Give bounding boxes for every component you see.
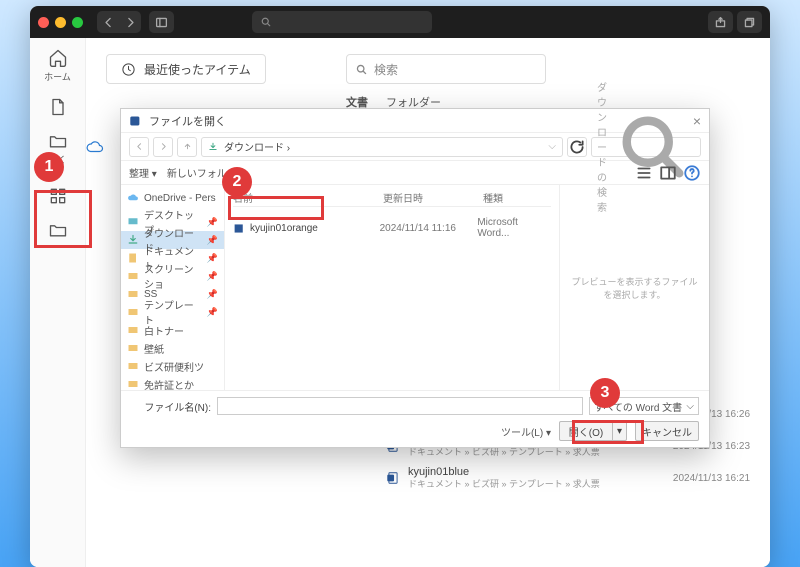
cancel-button[interactable]: キャンセル — [635, 421, 699, 441]
organize-menu[interactable]: 整理 ▾ — [129, 165, 157, 180]
open-button[interactable]: 開く(O) — [559, 421, 613, 441]
nav-forward-button[interactable] — [153, 137, 173, 157]
sidebar-label-open: 開く — [48, 153, 66, 166]
nav-license[interactable]: 免許証とか — [121, 375, 224, 390]
titlebar-search[interactable] — [252, 11, 432, 33]
sidebar-item-home[interactable]: ホーム — [38, 48, 78, 83]
column-modified[interactable]: 更新日時 — [383, 190, 483, 205]
nav-template[interactable]: テンプレート📌 — [121, 303, 224, 321]
view-list-button[interactable] — [635, 164, 653, 182]
sidebar-item-new[interactable] — [38, 97, 78, 117]
traffic-lights — [38, 17, 83, 28]
file-type: Microsoft Word... — [477, 217, 551, 239]
view-preview-button[interactable] — [659, 164, 677, 182]
preview-message: プレビューを表示するファイルを選択します。 — [568, 275, 701, 301]
back-button[interactable] — [97, 11, 119, 33]
sidebar-item-addins[interactable] — [38, 186, 78, 206]
recent-file-row[interactable]: kyujin01blueドキュメント » ビズ研 » テンプレート » 求人票 … — [386, 462, 750, 494]
windows-button[interactable] — [737, 11, 762, 33]
sidebar-item-open[interactable]: 開く — [38, 131, 78, 166]
nav-up-button[interactable] — [177, 137, 197, 157]
help-button[interactable] — [683, 164, 701, 182]
filename-input[interactable] — [217, 397, 583, 415]
dialog-breadcrumb-bar: ダウンロード › ⌵ ダウンロードの検索 — [121, 133, 709, 161]
close-window-button[interactable] — [38, 17, 49, 28]
preview-pane: プレビューを表示するファイルを選択します。 — [559, 185, 709, 390]
nav-whitetoner[interactable]: 白トナー — [121, 321, 224, 339]
dialog-footer: ファイル名(N): すべての Word 文書⌵ ツール(L) ▾ 開く(O) ▾… — [121, 390, 709, 447]
dialog-title: ファイルを開く — [149, 113, 226, 129]
file-modified: 2024/11/14 11:16 — [380, 223, 478, 234]
file-name: kyujin01blue — [408, 466, 600, 479]
nav-bizken[interactable]: ビズ研便利ツ — [121, 357, 224, 375]
minimize-window-button[interactable] — [55, 17, 66, 28]
file-row[interactable]: kyujin01orange 2024/11/14 11:16 Microsof… — [233, 217, 551, 239]
nav-screenshots[interactable]: スクリーンショ📌 — [121, 267, 224, 285]
sidebar-label-home: ホーム — [44, 70, 71, 83]
file-open-dialog: ファイルを開く × ダウンロード › ⌵ ダウンロードの検索 整理 ▾ 新しいフ… — [120, 108, 710, 448]
tools-menu[interactable]: ツール(L) ▾ — [501, 424, 551, 439]
app-sidebar: ホーム 開く — [30, 38, 86, 567]
nav-back-button[interactable] — [129, 137, 149, 157]
location-bar[interactable]: ダウンロード › ⌵ — [201, 137, 563, 157]
file-list-pane: 名前 更新日時 種類 kyujin01orange 2024/11/14 11:… — [225, 185, 559, 390]
filetype-dropdown[interactable]: すべての Word 文書⌵ — [589, 397, 699, 415]
dialog-toolbar: 整理 ▾ 新しいフォル — [121, 161, 709, 185]
dialog-search[interactable]: ダウンロードの検索 — [591, 137, 701, 157]
file-name: kyujin01orange — [250, 223, 318, 234]
column-type[interactable]: 種類 — [483, 190, 503, 205]
nav-back-forward — [97, 11, 141, 33]
main-search-placeholder: 検索 — [374, 61, 398, 78]
file-path: ドキュメント » ビズ研 » テンプレート » 求人票 — [408, 447, 600, 458]
recent-items-button[interactable]: 最近使ったアイテム — [106, 54, 266, 84]
recent-items-label: 最近使ったアイテム — [144, 61, 251, 78]
sidebar-item-folder[interactable] — [38, 220, 78, 240]
column-name[interactable]: 名前 — [233, 190, 383, 205]
share-button[interactable] — [708, 11, 733, 33]
file-list-header: 名前 更新日時 種類 — [233, 189, 551, 207]
dialog-nav-pane: OneDrive - Pers デスクトップ📌 ダウンロード📌 ドキュメント📌 … — [121, 185, 225, 390]
word-file-icon — [233, 222, 246, 235]
sidebar-toggle-button[interactable] — [149, 11, 174, 33]
open-split-button: 開く(O) ▾ — [559, 421, 627, 441]
location-text: ダウンロード › — [224, 139, 290, 154]
refresh-button[interactable] — [567, 137, 587, 157]
new-folder-button[interactable]: 新しいフォル — [167, 165, 227, 180]
open-dropdown-button[interactable]: ▾ — [613, 421, 627, 441]
titlebar — [30, 6, 770, 38]
main-search[interactable]: 検索 — [346, 54, 546, 84]
download-icon — [208, 142, 218, 152]
nav-wallpaper[interactable]: 壁紙 — [121, 339, 224, 357]
cloud-icon — [86, 138, 104, 156]
filename-label: ファイル名(N): — [131, 399, 211, 414]
word-icon — [129, 114, 143, 128]
forward-button[interactable] — [119, 11, 141, 33]
file-path: ドキュメント » ビズ研 » テンプレート » 求人票 — [408, 479, 600, 490]
zoom-window-button[interactable] — [72, 17, 83, 28]
file-date: 2024/11/13 16:21 — [673, 473, 750, 484]
nav-onedrive[interactable]: OneDrive - Pers — [121, 189, 224, 207]
